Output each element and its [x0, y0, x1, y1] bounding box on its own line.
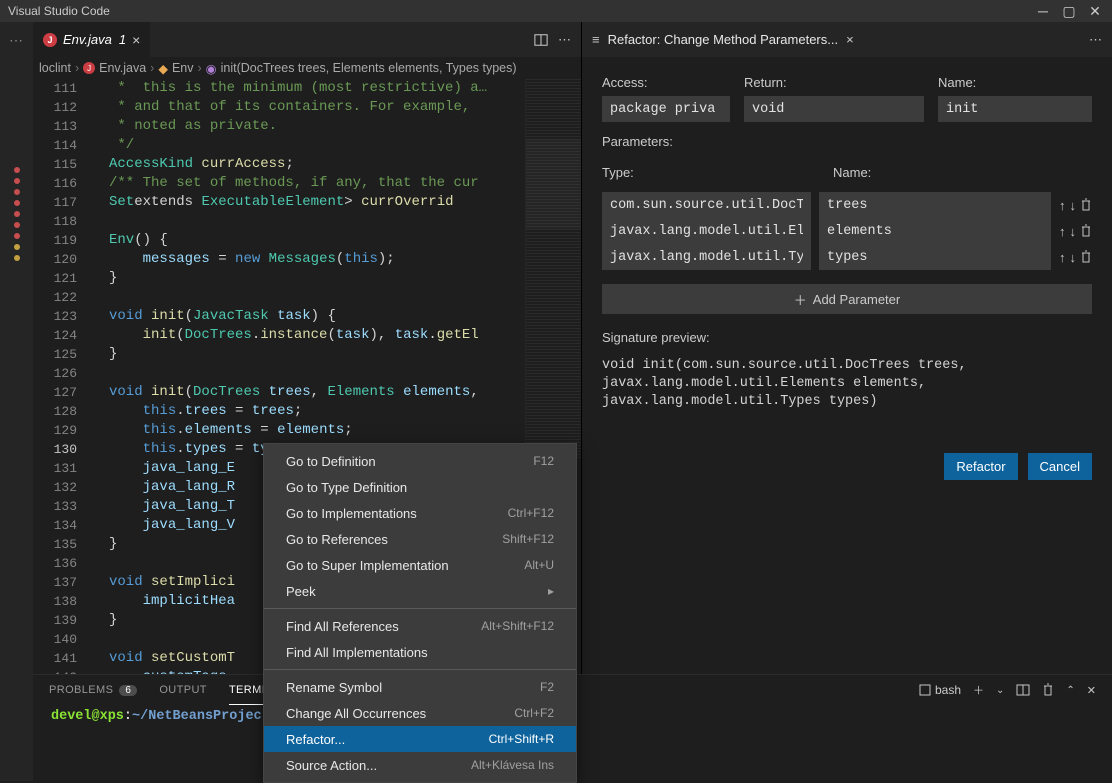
tab-terminal[interactable]: TERMI: [229, 675, 265, 705]
java-file-icon: J: [43, 33, 57, 47]
tab-output[interactable]: OUTPUT: [159, 684, 207, 696]
ctx-go-to-super-implementation[interactable]: Go to Super ImplementationAlt+U: [264, 552, 576, 578]
ctx-go-to-implementations[interactable]: Go to ImplementationsCtrl+F12: [264, 500, 576, 526]
chevron-up-icon[interactable]: ⌃: [1066, 685, 1074, 696]
name-label: Name:: [938, 75, 1092, 90]
breakpoint-dot[interactable]: [14, 178, 20, 184]
ctx-go-to-definition[interactable]: Go to DefinitionF12: [264, 448, 576, 474]
param-name-input[interactable]: [819, 244, 1051, 270]
trash-icon[interactable]: [1080, 198, 1092, 213]
ctx-source-action-[interactable]: Source Action...Alt+Klávesa Ins: [264, 752, 576, 778]
trash-icon[interactable]: [1080, 224, 1092, 239]
breakpoint-dot[interactable]: [14, 244, 20, 250]
move-down-icon[interactable]: ↓: [1070, 198, 1077, 213]
ctx-find-all-implementations[interactable]: Find All Implementations: [264, 639, 576, 665]
ctx-find-all-references[interactable]: Find All ReferencesAlt+Shift+F12: [264, 613, 576, 639]
breakpoint-dot[interactable]: [14, 167, 20, 173]
shell-indicator[interactable]: bash: [919, 683, 961, 697]
breadcrumb-method: ◉init(DocTrees trees, Elements elements,…: [206, 61, 517, 76]
type-header: Type:: [602, 165, 819, 180]
breakpoint-dot[interactable]: [14, 200, 20, 206]
ctx-refactor-[interactable]: Refactor...Ctrl+Shift+R: [264, 726, 576, 752]
param-type-input[interactable]: [602, 218, 811, 244]
param-type-input[interactable]: [602, 192, 811, 218]
ctx-go-to-references[interactable]: Go to ReferencesShift+F12: [264, 526, 576, 552]
move-up-icon[interactable]: ↑: [1059, 250, 1066, 265]
breadcrumb-pkg: loclint: [39, 61, 71, 75]
app-title: Visual Studio Code: [8, 4, 110, 18]
minimap-viewport[interactable]: [526, 139, 581, 229]
ctx-peek[interactable]: Peek▸: [264, 578, 576, 604]
return-input[interactable]: [744, 96, 924, 122]
ctx-change-all-occurrences[interactable]: Change All OccurrencesCtrl+F2: [264, 700, 576, 726]
tab-close-icon[interactable]: ×: [132, 32, 140, 48]
param-name-input[interactable]: [819, 192, 1051, 218]
more-actions-icon[interactable]: ⋯: [558, 32, 571, 48]
close-icon[interactable]: ×: [846, 32, 854, 47]
close-icon[interactable]: ✕: [1086, 3, 1104, 20]
ctx-rename-symbol[interactable]: Rename SymbolF2: [264, 674, 576, 700]
move-down-icon[interactable]: ↓: [1070, 224, 1077, 239]
tab-filename: Env.java: [63, 32, 112, 47]
breakpoint-dot[interactable]: [14, 255, 20, 261]
editor-tabs: J Env.java 1 × ⋯: [33, 22, 581, 57]
access-label: Access:: [602, 75, 730, 90]
breadcrumbs[interactable]: loclint › JEnv.java › ◆Env › ◉init(DocTr…: [33, 57, 581, 79]
titlebar: Visual Studio Code ─ ▢ ✕: [0, 0, 1112, 22]
move-up-icon[interactable]: ↑: [1059, 224, 1066, 239]
param-row: ↑↓: [602, 192, 1092, 218]
method-icon: ◉: [206, 61, 217, 76]
split-terminal-icon[interactable]: [1016, 684, 1030, 696]
trash-icon[interactable]: [1042, 683, 1054, 697]
param-row: ↑↓: [602, 218, 1092, 244]
more-actions-icon[interactable]: ⋯: [1089, 32, 1102, 48]
chevron-down-icon[interactable]: ⌄: [996, 685, 1004, 696]
activity-strip: ⋯: [0, 22, 33, 781]
cancel-button[interactable]: Cancel: [1028, 453, 1092, 480]
terminal-icon: [919, 684, 931, 696]
tab-problems[interactable]: PROBLEMS6: [49, 684, 137, 696]
refactor-title: Refactor: Change Method Parameters...: [608, 32, 839, 47]
refactor-panel-icon: ≡: [592, 32, 600, 47]
ctx-go-to-type-definition[interactable]: Go to Type Definition: [264, 474, 576, 500]
breakpoint-dot[interactable]: [14, 189, 20, 195]
java-file-icon: J: [83, 62, 95, 74]
param-name-input[interactable]: [819, 218, 1051, 244]
tab-env-java[interactable]: J Env.java 1 ×: [33, 22, 151, 57]
class-icon: ◆: [158, 61, 168, 76]
signature-preview-label: Signature preview:: [602, 330, 1092, 345]
breakpoint-gutter: [14, 167, 20, 261]
trash-icon[interactable]: [1080, 250, 1092, 265]
add-parameter-button[interactable]: ＋ Add Parameter: [602, 284, 1092, 314]
breakpoint-dot[interactable]: [14, 211, 20, 217]
maximize-icon[interactable]: ▢: [1060, 3, 1078, 20]
plus-icon: ＋: [794, 290, 807, 309]
refactor-pane: ≡ Refactor: Change Method Parameters... …: [582, 22, 1112, 674]
minimize-icon[interactable]: ─: [1034, 3, 1052, 20]
context-menu: Go to DefinitionF12Go to Type Definition…: [263, 443, 577, 783]
signature-preview: void init(com.sun.source.util.DocTrees t…: [602, 357, 1092, 411]
breadcrumb-file: JEnv.java: [83, 61, 146, 75]
name-input[interactable]: [938, 96, 1092, 122]
breakpoint-dot[interactable]: [14, 222, 20, 228]
close-panel-icon[interactable]: ✕: [1087, 684, 1096, 697]
breadcrumb-class: ◆Env: [158, 61, 193, 76]
window-controls: ─ ▢ ✕: [1034, 3, 1104, 20]
breakpoint-dot[interactable]: [14, 233, 20, 239]
refactor-button[interactable]: Refactor: [944, 453, 1017, 480]
split-editor-icon[interactable]: [534, 33, 548, 47]
move-down-icon[interactable]: ↓: [1070, 250, 1077, 265]
access-select[interactable]: package priva: [602, 96, 730, 122]
move-up-icon[interactable]: ↑: [1059, 198, 1066, 213]
return-label: Return:: [744, 75, 924, 90]
more-icon[interactable]: ⋯: [9, 32, 24, 49]
pname-header: Name:: [833, 165, 1092, 180]
new-terminal-icon[interactable]: ＋: [973, 682, 984, 698]
param-type-input[interactable]: [602, 244, 811, 270]
tab-mod-indicator: 1: [119, 32, 126, 47]
param-row: ↑↓: [602, 244, 1092, 270]
parameters-label: Parameters:: [602, 134, 1092, 149]
